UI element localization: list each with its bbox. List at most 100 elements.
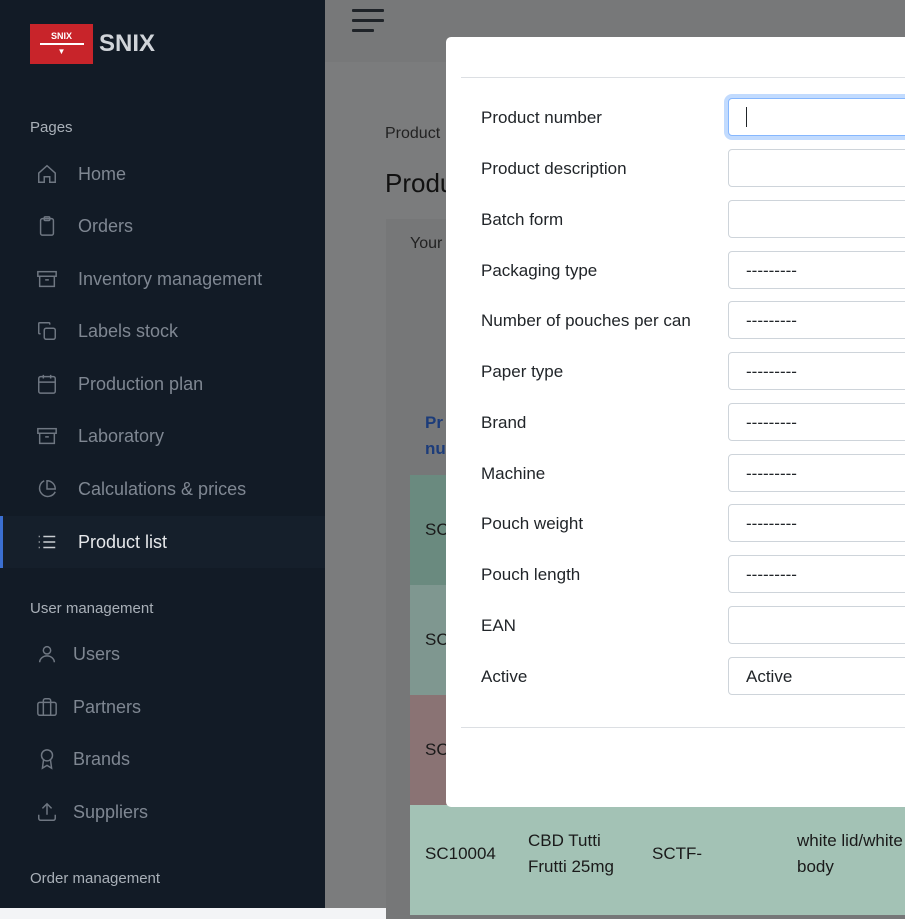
sidebar-item-product-list[interactable]: Product list	[0, 516, 328, 568]
clipboard-icon	[36, 215, 58, 237]
section-pages: Pages	[30, 119, 73, 136]
sidebar-item-label: Suppliers	[73, 801, 149, 822]
form-row-machine: Machine ---------	[446, 454, 905, 494]
card-text: Your	[410, 235, 443, 252]
calendar-icon	[36, 373, 58, 395]
archive-icon	[36, 268, 58, 290]
list-icon	[36, 531, 58, 553]
logo-badge: SNIX ▼	[30, 24, 93, 64]
form-row-paper-type: Paper type ---------	[446, 352, 905, 392]
field-label: EAN	[481, 616, 516, 635]
cell-product-number: SC10004	[425, 844, 496, 863]
cell-code: SCTF-	[652, 844, 703, 863]
sidebar-item-partners[interactable]: Partners	[0, 681, 325, 733]
sidebar-item-users[interactable]: Users	[0, 628, 325, 680]
upload-icon	[36, 801, 58, 823]
active-select[interactable]: Active	[728, 657, 905, 695]
sidebar-item-label: Production plan	[78, 373, 204, 394]
breadcrumb[interactable]: Product	[385, 125, 440, 143]
field-label: Paper type	[481, 362, 564, 381]
sidebar-item-labels-stock[interactable]: Labels stock	[0, 305, 325, 357]
form-row-brand: Brand ---------	[446, 403, 905, 443]
sidebar-item-inventory[interactable]: Inventory management	[0, 253, 325, 305]
sidebar-item-label: Orders	[78, 215, 134, 236]
text-cursor	[746, 107, 747, 127]
form-row-packaging-type: Packaging type ---------	[446, 251, 905, 291]
cell-description: CBD Tutti Frutti 25mg	[528, 828, 614, 880]
sidebar-item-label: Users	[73, 643, 121, 664]
sidebar-item-production-plan[interactable]: Production plan	[0, 358, 325, 410]
field-label: Batch form	[481, 210, 564, 229]
sidebar-item-home[interactable]: Home	[0, 148, 325, 200]
sidebar-item-suppliers[interactable]: Suppliers	[0, 786, 325, 838]
column-header-line: Pr	[425, 413, 443, 432]
form-row-batch-form: Batch form	[446, 200, 905, 240]
batch-form-input[interactable]	[728, 200, 905, 238]
sidebar-item-label: Calculations & prices	[78, 478, 247, 499]
cell-line: body	[797, 857, 834, 876]
copy-icon	[36, 320, 58, 342]
column-header-line: nu	[425, 439, 446, 458]
form-row-pouch-length: Pouch length ---------	[446, 555, 905, 595]
form-row-pouches-per-can: Number of pouches per can ---------	[446, 301, 905, 341]
sidebar-item-label: Product list	[78, 531, 168, 552]
archive-icon	[36, 425, 58, 447]
section-user-management: User management	[30, 600, 154, 617]
sidebar-item-brands[interactable]: Brands	[0, 733, 325, 785]
sidebar: SNIX ▼ SNIX Pages Home Orders Inventory …	[0, 0, 328, 908]
product-form-modal: Product number Product description Batch…	[446, 37, 905, 807]
cell-line: white lid/white	[797, 831, 903, 850]
ean-input[interactable]	[728, 606, 905, 644]
modal-header-divider	[461, 77, 905, 78]
sidebar-item-label: Partners	[73, 696, 142, 717]
sidebar-item-label: Home	[78, 163, 127, 184]
sidebar-item-label: Inventory management	[78, 268, 263, 289]
sidebar-item-calculations[interactable]: Calculations & prices	[0, 463, 325, 515]
column-header-product-number[interactable]: Pr nu	[425, 410, 446, 462]
modal-footer-divider	[461, 727, 905, 728]
field-label: Pouch weight	[481, 514, 584, 533]
form-row-product-description: Product description	[446, 149, 905, 189]
packaging-type-select[interactable]: ---------	[728, 251, 905, 289]
pouch-length-select[interactable]: ---------	[728, 555, 905, 593]
home-icon	[36, 163, 58, 185]
pouches-per-can-select[interactable]: ---------	[728, 301, 905, 339]
table-row[interactable]: SC10004 CBD Tutti Frutti 25mg SCTF- whit…	[410, 805, 905, 915]
product-number-input[interactable]	[728, 98, 905, 136]
field-label: Machine	[481, 464, 546, 483]
pouch-weight-select[interactable]: ---------	[728, 504, 905, 542]
field-label: Packaging type	[481, 261, 598, 280]
award-icon	[36, 748, 58, 770]
section-order-management: Order management	[30, 870, 161, 887]
field-label: Active	[481, 667, 528, 686]
sidebar-item-orders[interactable]: Orders	[0, 200, 325, 252]
menu-icon[interactable]	[352, 9, 384, 39]
brand-name: SNIX	[99, 30, 156, 57]
cell-line: CBD Tutti	[528, 831, 601, 850]
field-label: Product description	[481, 159, 627, 178]
brand-select[interactable]: ---------	[728, 403, 905, 441]
field-label: Number of pouches per can	[481, 311, 691, 330]
sidebar-item-laboratory[interactable]: Laboratory	[0, 410, 325, 462]
page-title: Produ	[385, 168, 455, 198]
field-label: Brand	[481, 413, 527, 432]
sidebar-item-label: Labels stock	[78, 320, 179, 341]
pie-chart-icon	[36, 478, 58, 500]
form-row-product-number: Product number	[446, 98, 905, 138]
field-label: Pouch length	[481, 565, 581, 584]
logo-badge-text: SNIX	[50, 31, 72, 41]
machine-select[interactable]: ---------	[728, 454, 905, 492]
sidebar-item-label: Laboratory	[78, 425, 165, 446]
cell-line: Frutti 25mg	[528, 857, 614, 876]
form-row-active: Active Active	[446, 657, 905, 697]
product-description-input[interactable]	[728, 149, 905, 187]
field-label: Product number	[481, 108, 602, 127]
cell-packaging: white lid/white body	[797, 828, 903, 880]
form-row-ean: EAN	[446, 606, 905, 646]
briefcase-icon	[36, 696, 58, 718]
sidebar-item-label: Brands	[73, 748, 131, 769]
logo[interactable]: SNIX ▼ SNIX	[30, 24, 155, 64]
user-icon	[36, 643, 58, 665]
form-row-pouch-weight: Pouch weight ---------	[446, 504, 905, 544]
paper-type-select[interactable]: ---------	[728, 352, 905, 390]
